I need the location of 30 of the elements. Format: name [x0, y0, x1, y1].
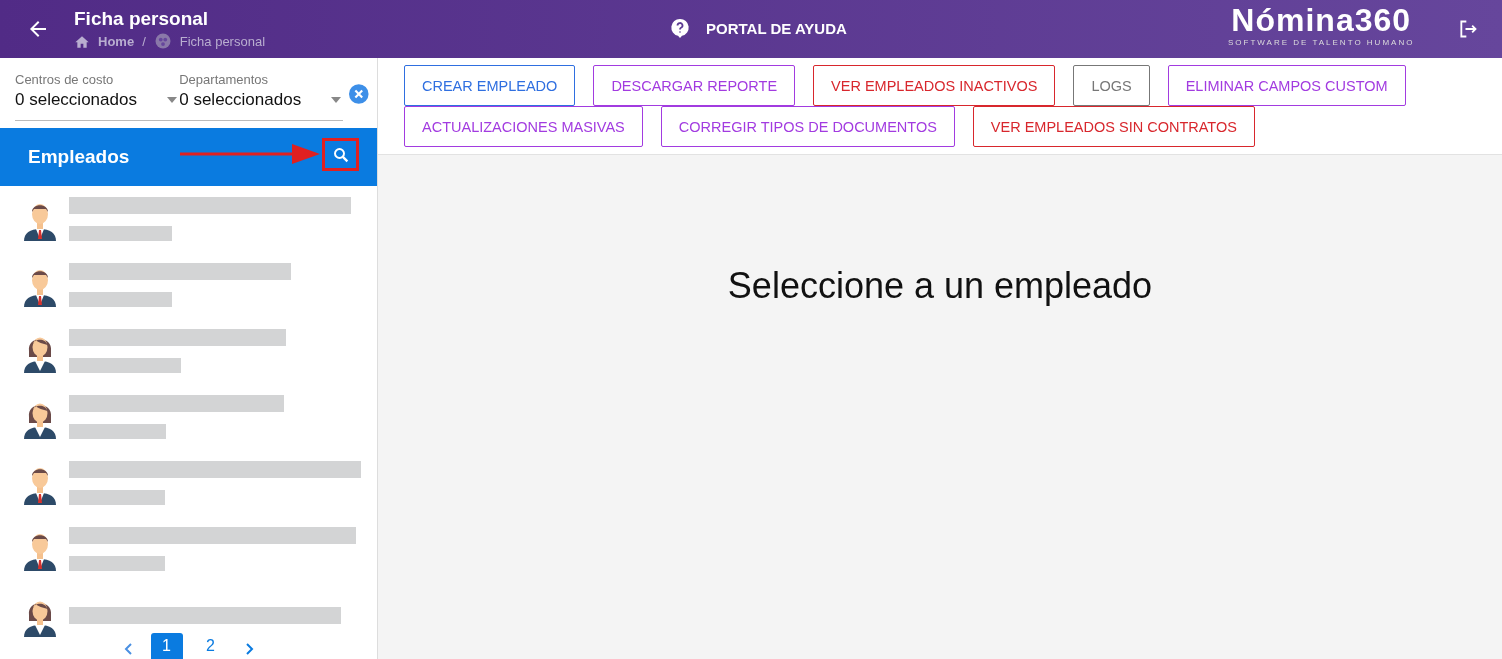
breadcrumb-link[interactable]: Home	[98, 33, 135, 49]
filter-dropdown[interactable]: Departamentos 0 seleccionados	[179, 72, 344, 121]
page-button[interactable]: 2	[194, 633, 227, 659]
logo-wordmark: Nómina360	[1231, 2, 1412, 38]
help-portal-link[interactable]: PORTAL DE AYUDA	[706, 19, 847, 37]
page-button[interactable]: 1	[150, 633, 183, 659]
group-icon	[153, 32, 172, 50]
action-button[interactable]: LOGS	[1073, 65, 1150, 106]
breadcrumb-current: Ficha personal	[179, 33, 266, 49]
caret-icon	[167, 97, 178, 103]
logo-tagline: SOFTWARE DE TALENTO HUMANO	[1228, 38, 1415, 47]
search-button[interactable]	[322, 138, 359, 171]
panel-title: Empleados	[28, 146, 130, 168]
action-button[interactable]: CREAR EMPLEADO	[404, 65, 576, 106]
empty-state-message: Seleccione a un empleado	[726, 265, 1154, 307]
filter-dropdown[interactable]: Centros de costo 0 seleccionados	[15, 72, 180, 121]
action-button[interactable]: VER EMPLEADOS SIN CONTRATOS	[972, 106, 1255, 147]
clear-icon[interactable]	[349, 84, 369, 104]
logout-icon[interactable]	[1458, 19, 1478, 39]
breadcrumb-separator: /	[142, 33, 146, 49]
help-icon	[670, 18, 690, 38]
action-button[interactable]: ACTUALIZACIONES MASIVAS	[404, 106, 643, 147]
action-button[interactable]: DESCARGAR REPORTE	[593, 65, 796, 106]
home-icon	[74, 34, 90, 48]
page-title: Ficha personal	[74, 8, 210, 30]
search-icon	[331, 145, 350, 164]
caret-icon	[331, 97, 342, 103]
action-button[interactable]: ELIMINAR CAMPOS CUSTOM	[1167, 65, 1406, 106]
action-button[interactable]: CORREGIR TIPOS DE DOCUMENTOS	[660, 106, 955, 147]
action-button[interactable]: VER EMPLEADOS INACTIVOS	[813, 65, 1056, 106]
